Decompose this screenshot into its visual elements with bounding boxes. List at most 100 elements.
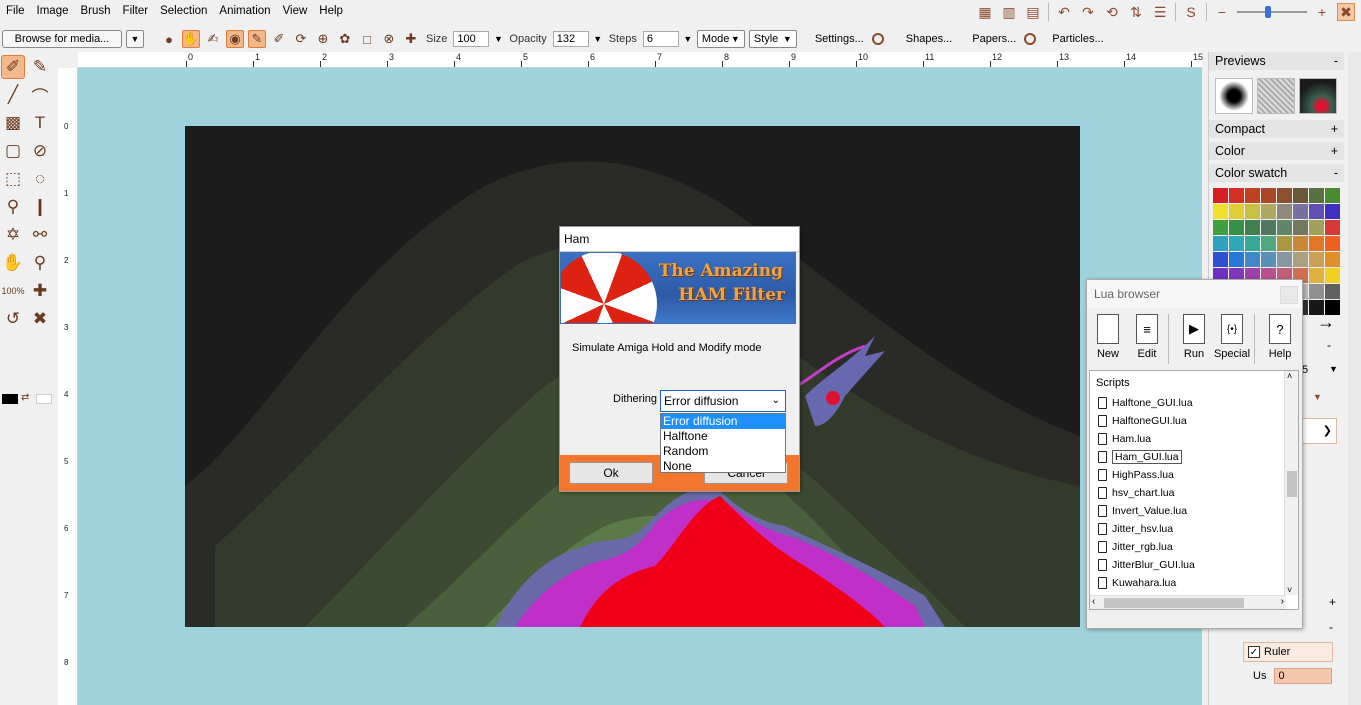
palette-color-swatch[interactable] [1245, 252, 1260, 267]
swirl-icon[interactable]: ✿ [336, 30, 354, 48]
palette-color-swatch[interactable] [1277, 236, 1292, 251]
line-tool-icon[interactable]: ╱ [1, 83, 25, 107]
zoom-in-icon[interactable]: + [1313, 3, 1331, 21]
steps-dropdown-icon[interactable]: ▼ [683, 34, 693, 44]
hand-brush-icon[interactable]: ✋ [182, 30, 200, 48]
chevron-up-icon[interactable]: ˄ [1287, 371, 1292, 381]
style-dropdown[interactable]: Style ▼ [748, 30, 797, 48]
menu-file[interactable]: File [0, 0, 31, 22]
palette-color-swatch[interactable] [1293, 204, 1308, 219]
menu-image[interactable]: Image [31, 0, 75, 22]
script-list-item[interactable]: Kuwahara.lua [1098, 575, 1176, 591]
script-list-item[interactable]: JitterBlur_GUI.lua [1098, 557, 1195, 573]
script-list-item[interactable]: Jitter_hsv.lua [1098, 521, 1173, 537]
palette-color-swatch[interactable] [1309, 220, 1324, 235]
palette-color-swatch[interactable] [1325, 204, 1340, 219]
palette-color-swatch[interactable] [1309, 188, 1324, 203]
help-button[interactable]: ? Help [1261, 314, 1299, 360]
edit-square-icon[interactable]: □ [358, 30, 376, 48]
palette-color-swatch[interactable] [1293, 188, 1308, 203]
palette-color-swatch[interactable] [1261, 252, 1276, 267]
palette-color-swatch[interactable] [1325, 236, 1340, 251]
edit-script-button[interactable]: ≡ Edit [1128, 314, 1166, 360]
palette-color-swatch[interactable] [1293, 236, 1308, 251]
brush-stack-icon[interactable]: ▦ [976, 3, 994, 21]
menu-selection[interactable]: Selection [154, 0, 213, 22]
expand-icon[interactable]: + [1331, 122, 1338, 136]
script-list-item[interactable]: HalftoneGUI.lua [1098, 413, 1187, 429]
palette-color-swatch[interactable] [1229, 188, 1244, 203]
chevron-left-icon[interactable]: ‹ [1092, 596, 1095, 607]
palette-color-swatch[interactable] [1245, 204, 1260, 219]
brush-dot-icon[interactable]: ● [160, 30, 178, 48]
pencil-icon[interactable]: ✐ [270, 30, 288, 48]
rotate-icon[interactable]: ⟳ [292, 30, 310, 48]
brush-preview[interactable] [1215, 78, 1253, 114]
menu-filter[interactable]: Filter [117, 0, 155, 22]
scrollbar-thumb[interactable] [1104, 598, 1244, 608]
redo-icon[interactable]: ↷ [1079, 3, 1097, 21]
palette-color-swatch[interactable] [1293, 252, 1308, 267]
dropper-tool-icon[interactable]: ⚯ [28, 223, 52, 247]
chevron-right-icon[interactable]: › [1281, 596, 1284, 607]
arrow-right-icon[interactable]: → [1317, 312, 1335, 333]
pen-icon[interactable]: ✎ [248, 30, 266, 48]
palette-color-swatch[interactable] [1261, 204, 1276, 219]
menu-view[interactable]: View [277, 0, 314, 22]
script-list-item[interactable]: hsv_chart.lua [1098, 485, 1174, 501]
palette-color-swatch[interactable] [1277, 252, 1292, 267]
move-tool-icon[interactable]: ✡ [1, 223, 25, 247]
palette-color-swatch[interactable] [1213, 220, 1228, 235]
right-panel-scrollbar[interactable] [1348, 52, 1361, 705]
script-list-item[interactable]: Ham_GUI.lua [1098, 449, 1182, 465]
foreground-color-swatch[interactable] [2, 394, 18, 404]
previews-header[interactable]: Previews - [1209, 52, 1344, 70]
partial-field[interactable]: ❯ [1297, 418, 1337, 444]
menu-brush[interactable]: Brush [75, 0, 117, 22]
palette-color-swatch[interactable] [1245, 236, 1260, 251]
fill-tool-icon[interactable]: ▩ [1, 111, 25, 135]
palette-color-swatch[interactable] [1325, 284, 1340, 299]
dropdown-icon[interactable]: ▼ [1329, 364, 1338, 374]
palette-color-swatch[interactable] [1277, 204, 1292, 219]
menu-animation[interactable]: Animation [213, 0, 276, 22]
browse-media-button[interactable]: Browse for media... [2, 30, 122, 48]
target-icon[interactable]: ⊕ [314, 30, 332, 48]
palette-color-swatch[interactable] [1309, 236, 1324, 251]
size-input[interactable]: 100 [453, 31, 490, 47]
stamp-icon[interactable]: ✍ [204, 30, 222, 48]
airbrush-tool-icon[interactable]: ✎ [28, 55, 52, 79]
hand-tool-icon[interactable]: ✋ [1, 251, 25, 275]
compact-header[interactable]: Compact + [1209, 120, 1344, 138]
rect-tool-icon[interactable]: ▢ [1, 139, 25, 163]
scrollbar-thumb[interactable] [1287, 471, 1297, 497]
palette-color-swatch[interactable] [1213, 236, 1228, 251]
opacity-input[interactable]: 132 [552, 31, 589, 47]
script-list-item[interactable]: Invert_Value.lua [1098, 503, 1187, 519]
media-dropdown-button[interactable]: ▼ [126, 30, 144, 48]
script-list-item[interactable]: HighPass.lua [1098, 467, 1174, 483]
close-button[interactable] [1280, 286, 1298, 304]
particles-button[interactable]: Particles... [1048, 33, 1107, 45]
tools-toggle-icon[interactable]: ✖ [1337, 3, 1355, 21]
palette-color-swatch[interactable] [1229, 236, 1244, 251]
text-tool-icon[interactable]: T [28, 111, 52, 135]
ellipse-select-icon[interactable]: ◌ [28, 167, 52, 191]
new-script-button[interactable]: New [1089, 314, 1127, 360]
papers-button[interactable]: Papers... [968, 33, 1020, 45]
palette-color-swatch[interactable] [1325, 252, 1340, 267]
expand-icon[interactable]: + [1331, 144, 1338, 158]
script-list-item[interactable]: Halftone_GUI.lua [1098, 395, 1193, 411]
palette-color-swatch[interactable] [1309, 204, 1324, 219]
layers-shuffle-icon[interactable]: ⇅ [1127, 3, 1145, 21]
palette-color-swatch[interactable] [1277, 188, 1292, 203]
collapse-icon[interactable]: - [1327, 338, 1331, 352]
zoom-out-icon[interactable]: − [1213, 3, 1231, 21]
palette-color-swatch[interactable] [1245, 188, 1260, 203]
dithering-option-random[interactable]: Random [661, 444, 785, 459]
palette-color-swatch[interactable] [1277, 220, 1292, 235]
palette-color-swatch[interactable] [1229, 204, 1244, 219]
run-script-button[interactable]: ▶ Run [1175, 314, 1213, 360]
palette-color-swatch[interactable] [1229, 252, 1244, 267]
scripts-horizontal-scrollbar[interactable]: ‹ › [1090, 595, 1286, 609]
